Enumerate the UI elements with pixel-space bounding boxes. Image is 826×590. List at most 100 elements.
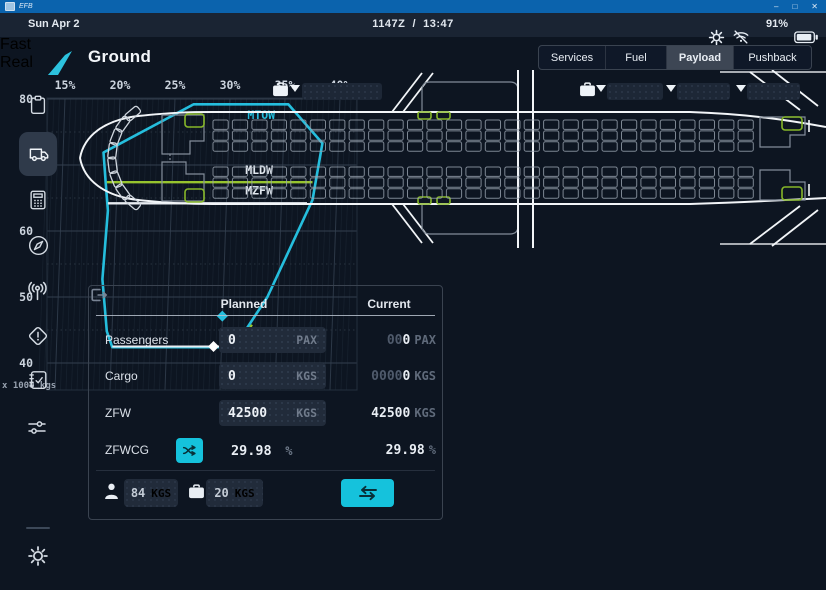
current-column-header: Current: [334, 297, 444, 311]
seat-map: [213, 120, 753, 198]
sidebar-item-radio[interactable]: [25, 279, 50, 304]
battery-icon: [794, 31, 819, 44]
local-time: 13:47: [423, 18, 454, 30]
wifi-off-icon: [732, 28, 750, 46]
gear-icon[interactable]: [708, 29, 725, 46]
cargo-aft1-input[interactable]: [607, 83, 663, 100]
zfwcg-current: 29.98%: [386, 437, 436, 464]
utc-time: 1147Z: [372, 18, 405, 30]
svg-text:40: 40: [19, 356, 33, 370]
cargo-aft3-input[interactable]: [747, 83, 800, 100]
page-title: Ground: [88, 47, 151, 67]
zfwcg-unit: %: [285, 444, 292, 458]
current-bright-digits: 0: [402, 333, 410, 348]
current-unit: PAX: [414, 333, 436, 347]
header-underline: [96, 315, 435, 316]
zfwcg-value: 29.98: [231, 443, 272, 459]
svg-text:15%: 15%: [55, 78, 76, 92]
panel-divider: [96, 470, 435, 471]
cargo-fwd-input[interactable]: [302, 83, 382, 100]
pax-weight-value: 84: [131, 486, 145, 500]
passengers-value: 0: [228, 333, 236, 348]
briefcase-icon: [579, 82, 596, 97]
sidebar-item-sliders[interactable]: [25, 416, 49, 440]
zfw-current: 42500 KGS: [371, 400, 436, 427]
cargo-value: 0: [228, 369, 236, 384]
zfw-value: 42500: [228, 406, 267, 421]
bag-weight-value: 20: [214, 486, 228, 500]
window-titlebar: EFB – □ ✕: [0, 0, 826, 13]
tab-services[interactable]: Services: [539, 46, 605, 69]
current-dim-digits: 0000: [371, 369, 402, 384]
passengers-label: Passengers: [105, 327, 168, 353]
sidebar-settings-gear-icon[interactable]: [27, 545, 49, 567]
export-icon: [89, 286, 109, 304]
tab-payload[interactable]: Payload: [666, 46, 733, 69]
current-dim-digits: 00: [387, 333, 403, 348]
current-unit: KGS: [414, 369, 436, 383]
status-bar: Sun Apr 2 1147Z / 13:47 91%: [0, 13, 826, 37]
bag-weight-unit: KGS: [235, 487, 255, 500]
passengers-current: 000 PAX: [387, 327, 436, 354]
payload-panel: Planned Current Passengers 0 PAX 000PAX …: [88, 285, 443, 520]
tab-fuel[interactable]: Fuel: [605, 46, 666, 69]
boarding-option-real[interactable]: Real: [0, 54, 50, 72]
transfer-arrows-icon: [355, 484, 381, 502]
tab-pushback[interactable]: Pushback: [733, 46, 811, 69]
current-bright-digits: 42500: [371, 406, 410, 421]
cargo-input[interactable]: 0 KGS: [219, 363, 326, 389]
planned-column-header: Planned: [189, 297, 299, 311]
maximize-button[interactable]: □: [792, 0, 797, 13]
zfw-label: ZFW: [105, 400, 131, 426]
wing-leading-edge-lines: [392, 73, 433, 243]
zfw-input[interactable]: 42500 KGS: [219, 400, 326, 426]
pax-weight-unit: KGS: [151, 487, 171, 500]
sidebar-item-warning[interactable]: [26, 324, 50, 348]
current-unit: KGS: [414, 406, 436, 420]
sidebar-divider: [26, 527, 50, 529]
cargo-aft2-dropdown-caret[interactable]: [666, 85, 676, 92]
zfwcg-label: ZFWCG: [105, 437, 149, 463]
bag-icon: [188, 484, 205, 499]
passengers-input[interactable]: 0 PAX: [219, 327, 326, 353]
passenger-icon: [104, 483, 119, 500]
current-bright-digits: 0: [402, 369, 410, 384]
battery-percentage: 91%: [756, 18, 788, 30]
boarding-option-fast[interactable]: Fast: [0, 36, 50, 54]
sidebar-item-checklist[interactable]: [27, 369, 49, 391]
sidebar-item-clipboard[interactable]: [27, 94, 49, 116]
status-clock: 1147Z / 13:47: [0, 18, 826, 30]
zfwcg-shuffle-button[interactable]: [176, 438, 203, 463]
efb-app-window: EFB – □ ✕ Sun Apr 2 1147Z / 13:47 91%: [0, 0, 826, 590]
pax-weight-input[interactable]: 84 KGS: [124, 479, 178, 507]
sidebar-item-calculator[interactable]: [27, 189, 49, 211]
cargo-aft2-input[interactable]: [677, 83, 730, 100]
door-outlines: [185, 112, 802, 204]
sidebar-item-compass[interactable]: [27, 234, 50, 257]
wing-spar-lines: [518, 70, 533, 248]
airline-logo: [46, 50, 72, 77]
zfw-unit: KGS: [296, 406, 317, 420]
current-unit: %: [429, 443, 436, 457]
current-bright-digits: 29.98: [386, 443, 425, 458]
bag-weight-input[interactable]: 20 KGS: [206, 479, 263, 507]
galley-outlines: [162, 115, 805, 201]
minimize-button[interactable]: –: [774, 0, 778, 13]
cargo-aft1-dropdown-caret[interactable]: [596, 85, 606, 92]
window-title: EFB: [19, 3, 33, 10]
app-icon: [5, 2, 15, 11]
passengers-unit: PAX: [296, 333, 317, 347]
cargo-aft3-dropdown-caret[interactable]: [736, 85, 746, 92]
ground-tabs: Services Fuel Payload Pushback: [538, 45, 812, 70]
cargo-label: Cargo: [105, 363, 138, 389]
sidebar-item-ground-vehicle[interactable]: [28, 143, 51, 166]
clock-separator: /: [412, 18, 416, 30]
briefcase-icon: [272, 82, 289, 97]
cargo-current: 00000 KGS: [371, 363, 436, 390]
close-button[interactable]: ✕: [811, 0, 818, 13]
cargo-fwd-dropdown-caret[interactable]: [290, 85, 300, 92]
cargo-unit: KGS: [296, 369, 317, 383]
wing-root-outline: [422, 82, 518, 234]
zfwcg-planned: 29.98 %: [231, 437, 293, 464]
transfer-button[interactable]: [341, 479, 394, 507]
